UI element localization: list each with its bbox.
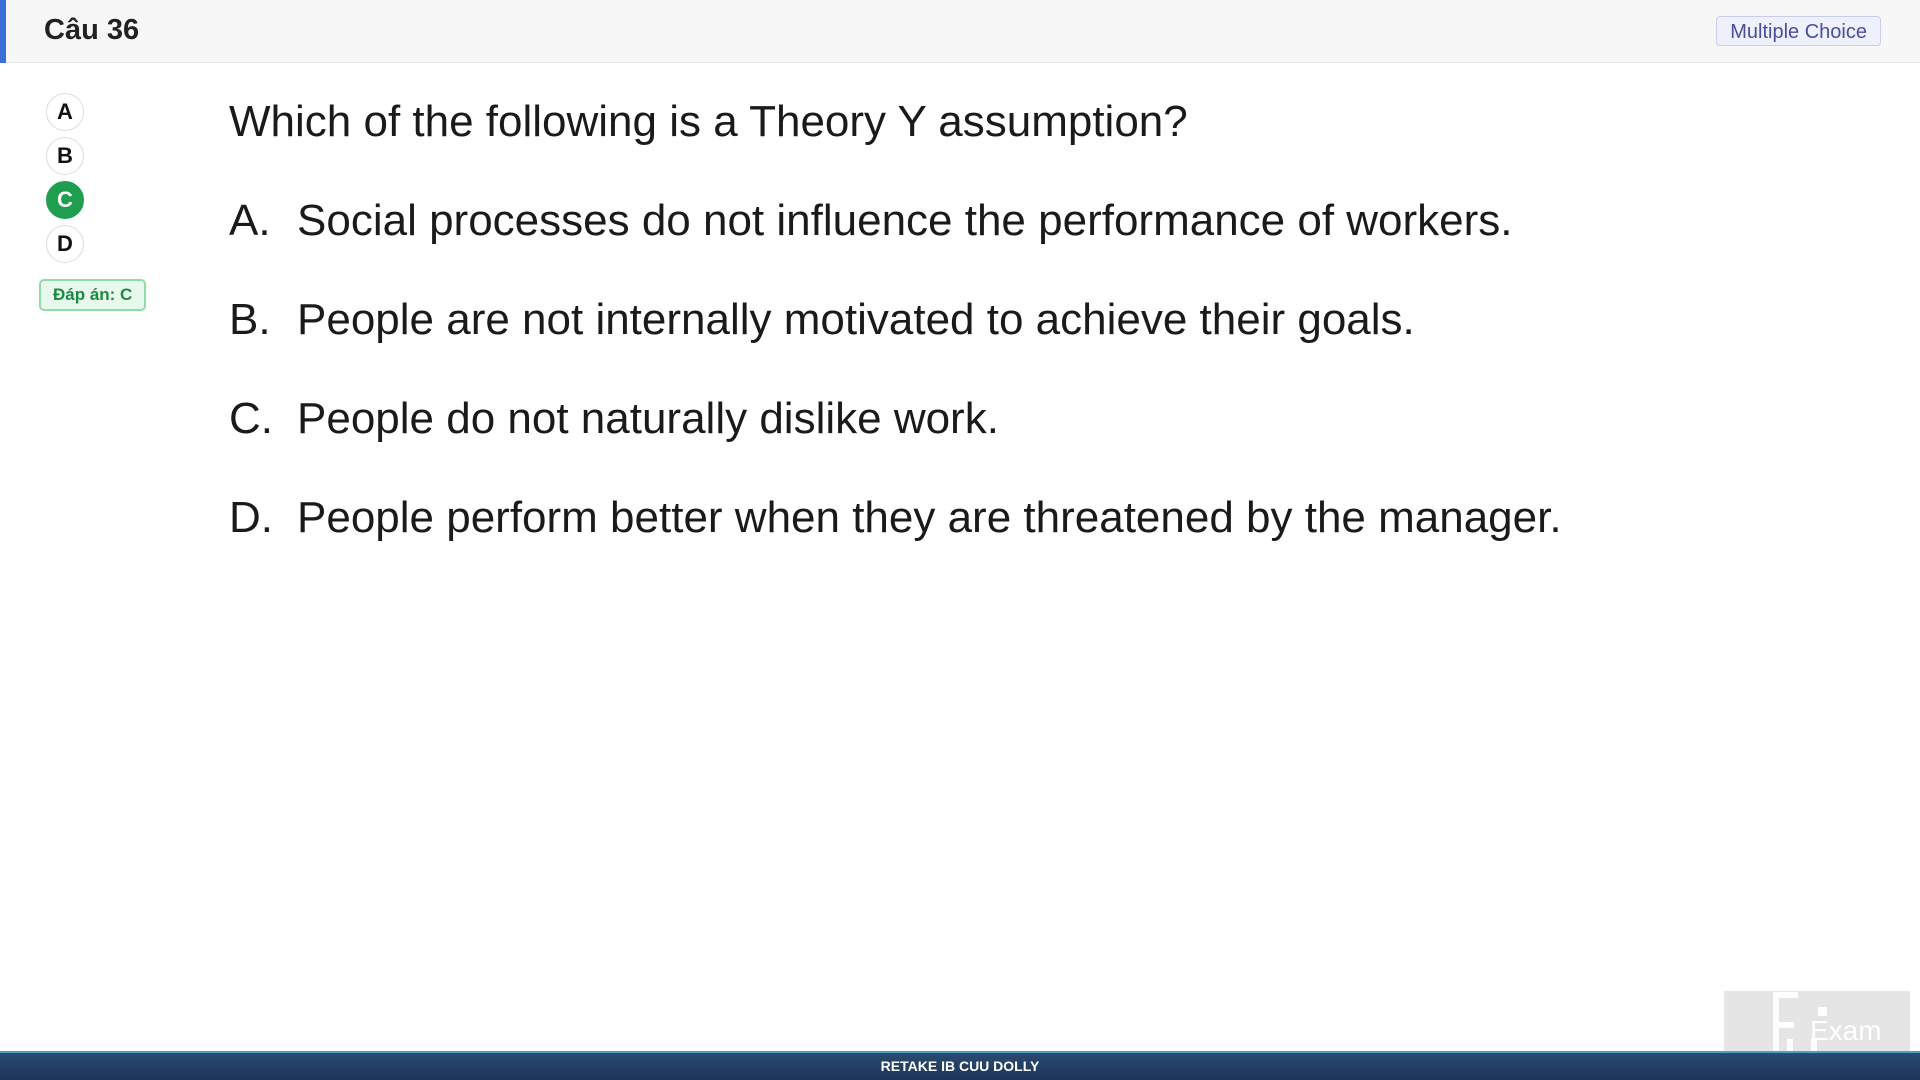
option-a-button[interactable]: A xyxy=(46,93,84,131)
choice-b-letter: B. xyxy=(229,295,271,344)
choice-c-text: People do not naturally dislike work. xyxy=(297,394,999,443)
choice-a-letter: A. xyxy=(229,196,271,245)
question-header: Câu 36 Multiple Choice xyxy=(0,0,1920,63)
choice-c-letter: C. xyxy=(229,394,273,443)
watermark-text: Exam xyxy=(1810,1015,1882,1046)
question-type-badge: Multiple Choice xyxy=(1716,16,1881,46)
option-b-button[interactable]: B xyxy=(46,137,84,175)
choice-d-letter: D. xyxy=(229,493,273,542)
choice-b: B. People are not internally motivated to… xyxy=(229,290,1629,350)
option-d-button[interactable]: D xyxy=(46,225,84,263)
option-c-button[interactable]: C xyxy=(46,181,84,219)
choice-b-text: People are not internally motivated to a… xyxy=(297,295,1415,344)
question-content: Which of the following is a Theory Y ass… xyxy=(229,92,1629,587)
choice-d: D. People perform better when they are th… xyxy=(229,488,1629,548)
choice-d-text: People perform better when they are thre… xyxy=(297,493,1562,542)
question-stem: Which of the following is a Theory Y ass… xyxy=(229,97,1188,146)
question-number-title: Câu 36 xyxy=(44,14,140,46)
choice-a: A. Social processes do not influence the … xyxy=(229,191,1629,251)
correct-answer-badge: Đáp án: C xyxy=(39,279,147,311)
answer-options-column: A B C D xyxy=(46,93,86,269)
footer-banner: RETAKE IB CUU DOLLY xyxy=(0,1051,1920,1080)
choice-c: C. People do not naturally dislike work. xyxy=(229,389,1629,449)
header-accent-bar xyxy=(0,0,6,63)
choice-a-text: Social processes do not influence the pe… xyxy=(297,196,1513,245)
